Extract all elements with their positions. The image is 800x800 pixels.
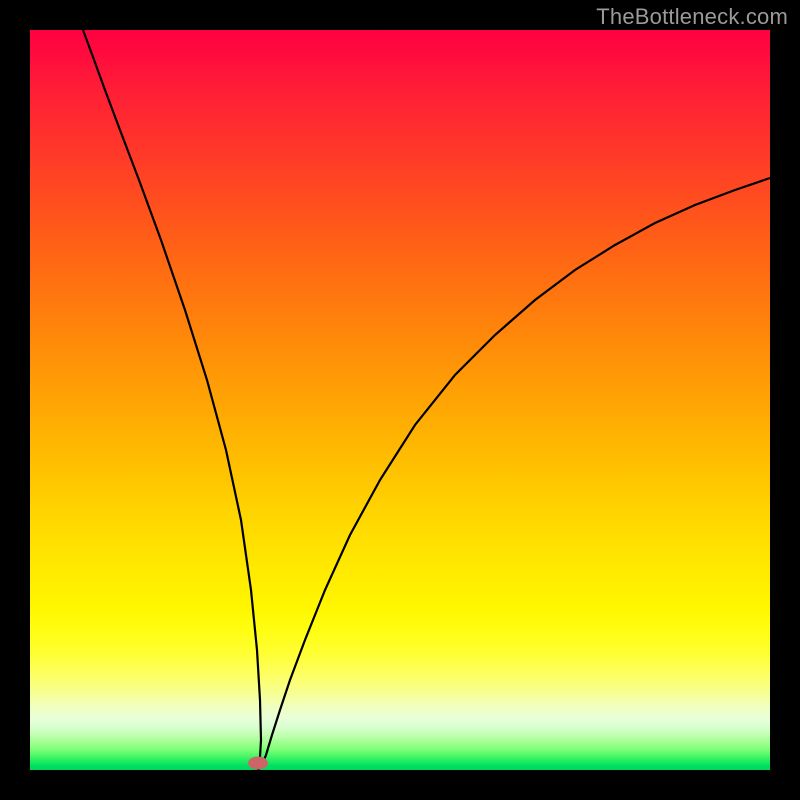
watermark-text: TheBottleneck.com	[596, 4, 788, 30]
plot-area	[30, 30, 770, 770]
bottleneck-curve	[83, 30, 770, 770]
curve-svg	[30, 30, 770, 770]
optimum-marker	[248, 757, 268, 770]
chart-container: TheBottleneck.com	[0, 0, 800, 800]
